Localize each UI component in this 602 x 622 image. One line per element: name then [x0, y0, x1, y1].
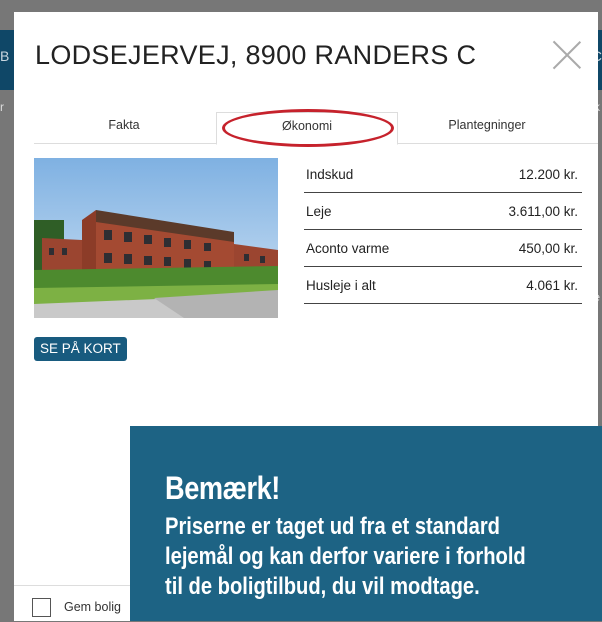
notice-line: Priserne er taget ud fra et standard [165, 513, 500, 540]
notice-line: til de boligtilbud, du vil modtage. [165, 573, 480, 600]
close-icon[interactable] [551, 39, 583, 71]
finance-row: Indskud 12.200 kr. [304, 156, 582, 193]
property-photo [34, 158, 278, 318]
tab-fakta[interactable]: Fakta [34, 112, 214, 144]
notice-box: Bemærk! Priserne er taget ud fra et stan… [130, 426, 602, 621]
finance-label: Leje [306, 204, 332, 219]
notice-line: lejemål og kan derfor variere i forhold [165, 543, 526, 570]
finance-value: 12.200 kr. [518, 167, 578, 182]
finance-label: Husleje i alt [306, 278, 376, 293]
save-property-row: Gem bolig [14, 585, 130, 622]
see-on-map-button[interactable]: SE PÅ KORT [34, 337, 127, 361]
finance-table: Indskud 12.200 kr. Leje 3.611,00 kr. Aco… [304, 156, 582, 304]
notice-title: Bemærk! [165, 470, 280, 506]
finance-value: 450,00 kr. [518, 241, 578, 256]
notice-body: Priserne er taget ud fra et standard lej… [165, 512, 602, 602]
tab-okonomi[interactable]: Økonomi [216, 112, 398, 145]
modal-title: LODSEJERVEJ, 8900 RANDERS C [35, 40, 477, 70]
background-left-mark: r [0, 100, 4, 114]
save-checkbox[interactable] [32, 598, 51, 617]
background-left-text: B [0, 48, 10, 64]
finance-row: Leje 3.611,00 kr. [304, 193, 582, 230]
finance-label: Aconto varme [306, 241, 390, 256]
finance-value: 4.061 kr. [526, 278, 578, 293]
finance-row: Aconto varme 450,00 kr. [304, 230, 582, 267]
finance-label: Indskud [306, 167, 354, 182]
finance-row: Husleje i alt 4.061 kr. [304, 267, 582, 304]
finance-value: 3.611,00 kr. [508, 204, 578, 219]
tab-plantegninger[interactable]: Plantegninger [396, 112, 578, 144]
save-label: Gem bolig [64, 600, 121, 614]
